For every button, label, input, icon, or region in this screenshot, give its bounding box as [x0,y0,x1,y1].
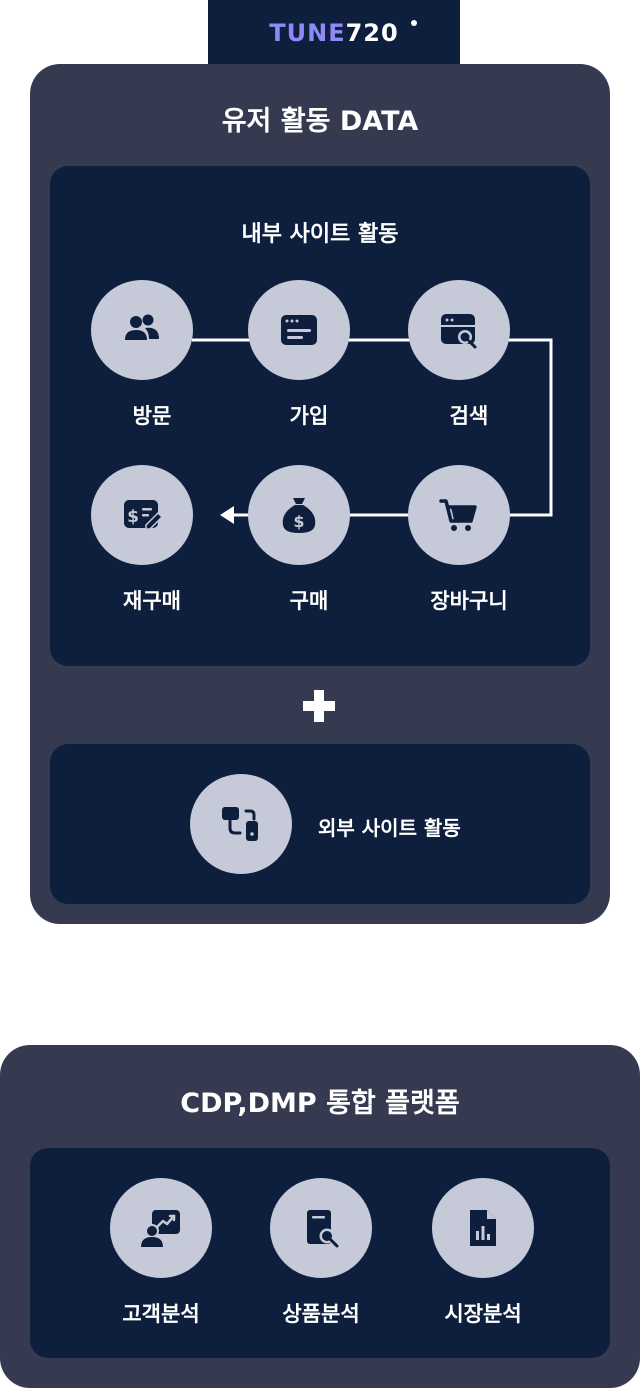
report-chart-icon [470,1210,496,1246]
internal-activity-title: 내부 사이트 활동 [241,222,399,247]
step-repurchase-label: 재구매 [123,589,181,613]
platform-title: CDP,DMP 통합 플랫폼 [180,1088,460,1119]
market-analysis-label: 시장분석 [444,1302,522,1326]
logo-text: TUNE720 [269,19,398,47]
step-purchase-label: 구매 [289,589,329,613]
shopping-cart-icon [439,499,477,531]
logo-dot [411,20,417,26]
browser-search-icon [441,314,477,349]
plus-icon [303,690,335,722]
customer-analysis-icon [141,1210,180,1247]
logo-number-text: 720 [345,19,399,47]
customer-analysis-label: 고객분석 [122,1302,200,1326]
logo: TUNE720 [208,0,460,66]
device-link-icon [222,807,258,841]
step-search-label: 검색 [449,404,489,428]
product-analysis-label: 상품분석 [282,1302,360,1326]
user-activity-title: 유저 활동 DATA [221,106,419,137]
step-search-node [408,280,510,380]
step-visit-label: 방문 [132,404,172,428]
invoice-edit-icon: $ [124,500,164,530]
svg-text:$: $ [127,507,139,527]
step-visit-node [91,280,193,380]
document-search-icon [307,1210,339,1248]
step-signup-node [248,280,350,380]
customer-analysis-node [110,1178,212,1278]
market-analysis-node [432,1178,534,1278]
step-purchase-node: $ [248,465,350,565]
step-repurchase-node: $ [91,465,193,565]
external-activity-node [190,774,292,874]
step-cart-label: 장바구니 [430,589,508,613]
money-bag-icon: $ [282,498,316,533]
step-cart-node [408,465,510,565]
svg-text:$: $ [293,512,304,531]
browser-form-icon [281,315,317,345]
external-activity-label: 외부 사이트 활동 [318,816,461,840]
logo-accent-text: TUNE [269,19,346,47]
users-icon [125,314,159,340]
product-analysis-node [270,1178,372,1278]
step-signup-label: 가입 [289,404,329,428]
